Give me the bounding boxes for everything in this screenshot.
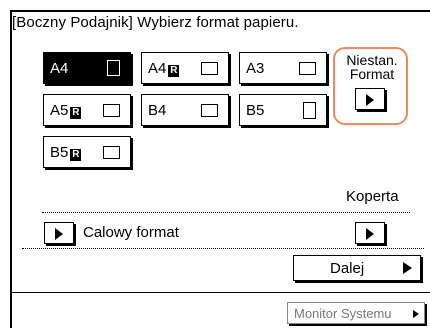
system-monitor-label: Monitor Systemu: [294, 306, 392, 321]
right-triangle-icon: [366, 94, 374, 106]
paper-size-label: B5: [246, 102, 265, 119]
next-button-label: Dalej: [330, 260, 365, 277]
inch-format-label: Calowy format: [83, 224, 179, 241]
nonstandard-format-button[interactable]: [355, 88, 385, 110]
paper-size-b5-button[interactable]: B5: [239, 94, 327, 126]
rotated-indicator-icon: R: [168, 65, 180, 77]
paper-size-label: A3: [246, 60, 265, 77]
right-triangle-icon: [55, 228, 63, 240]
portrait-paper-icon: [303, 102, 316, 119]
envelope-button[interactable]: [355, 222, 385, 244]
paper-size-b4-button[interactable]: B4: [141, 94, 229, 126]
right-triangle-icon: [403, 262, 412, 274]
paper-size-label: B4: [148, 102, 167, 119]
paper-size-a3-button[interactable]: A3: [239, 52, 327, 84]
landscape-paper-icon: [299, 62, 316, 75]
next-button[interactable]: Dalej: [293, 255, 421, 281]
paper-size-label: B5: [50, 144, 69, 161]
envelope-label: Koperta: [346, 188, 399, 205]
dotted-divider: [22, 248, 424, 249]
paper-size-label: A5: [50, 102, 69, 119]
paper-size-label: A4: [148, 60, 167, 77]
right-triangle-icon: [366, 228, 374, 240]
landscape-paper-icon: [201, 62, 218, 75]
footer-divider: [10, 292, 430, 293]
landscape-paper-icon: [103, 104, 120, 117]
paper-size-a4-button[interactable]: A4: [43, 52, 131, 84]
rotated-indicator-icon: R: [70, 107, 82, 119]
landscape-paper-icon: [103, 146, 120, 159]
portrait-paper-icon: [107, 60, 120, 76]
system-monitor-button[interactable]: Monitor Systemu: [287, 302, 425, 324]
right-triangle-icon: [413, 310, 419, 318]
nonstandard-format-label: Niestan. Format: [346, 52, 398, 82]
paper-size-a4r-button[interactable]: A4 R: [141, 52, 229, 84]
paper-size-label: A4: [50, 60, 69, 77]
paper-size-a5r-button[interactable]: A5 R: [43, 94, 131, 126]
paper-size-b5r-button[interactable]: B5 R: [43, 136, 131, 168]
dotted-divider: [42, 212, 410, 213]
page-title: [Boczny Podajnik] Wybierz format papieru…: [12, 14, 299, 31]
landscape-paper-icon: [201, 104, 218, 117]
inch-format-button[interactable]: [44, 222, 74, 244]
rotated-indicator-icon: R: [70, 149, 82, 161]
